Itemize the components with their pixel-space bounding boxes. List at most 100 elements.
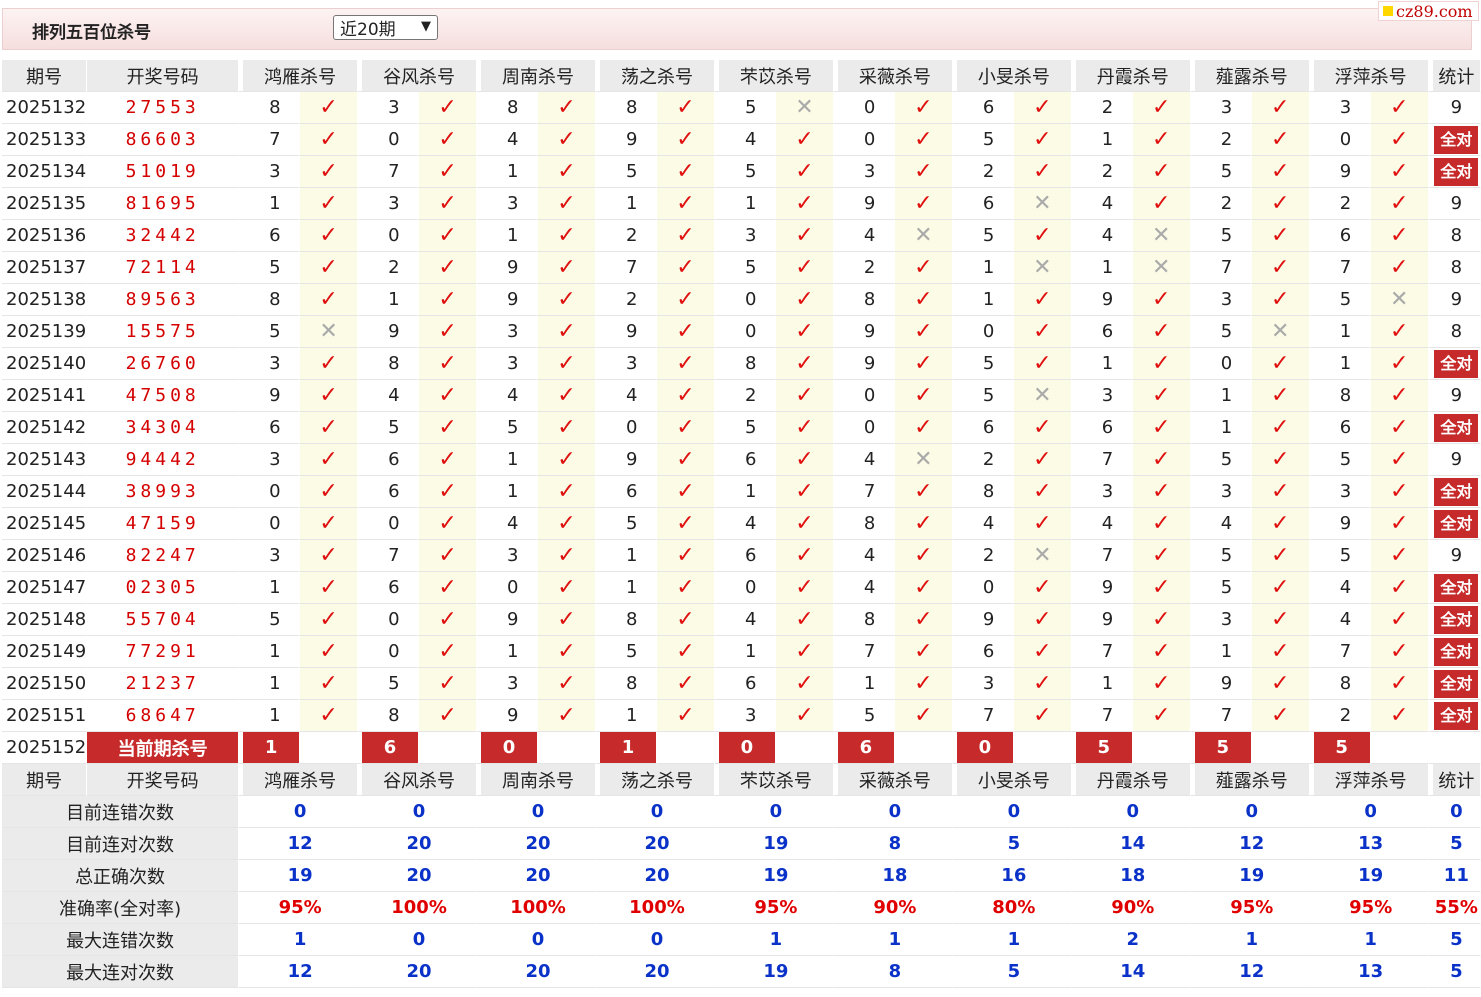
period-select[interactable]: 近20期 ▼ <box>333 15 438 40</box>
result-mark: ✓ <box>1132 508 1191 540</box>
kill-value: 3 <box>1075 476 1133 508</box>
check-icon: ✓ <box>319 639 338 664</box>
header-issue: 期号 <box>2 764 88 796</box>
kill-value: 7 <box>362 156 420 188</box>
issue-number: 2025135 <box>2 188 88 220</box>
check-icon: ✓ <box>1271 607 1290 632</box>
stat-cell: 9 <box>1432 380 1481 412</box>
kill-value: 0 <box>837 412 895 444</box>
check-icon: ✓ <box>557 671 576 696</box>
check-icon: ✓ <box>1033 351 1052 376</box>
check-icon: ✓ <box>319 383 338 408</box>
kill-value: 3 <box>481 188 539 220</box>
check-icon: ✓ <box>319 351 338 376</box>
result-mark: ✓ <box>656 508 715 540</box>
kill-value: 8 <box>481 92 539 124</box>
kill-value: 9 <box>362 316 420 348</box>
result-mark: ✓ <box>419 348 478 380</box>
check-icon: ✓ <box>914 159 933 184</box>
result-mark: ✓ <box>538 188 596 220</box>
result-mark: ✕ <box>775 92 834 124</box>
check-icon: ✓ <box>1033 447 1052 472</box>
kill-value: 7 <box>837 476 895 508</box>
kill-value: 5 <box>243 316 301 348</box>
result-mark: ✓ <box>300 412 359 444</box>
kill-value: 6 <box>362 476 420 508</box>
result-mark: ✓ <box>1370 252 1429 284</box>
check-icon: ✓ <box>914 319 933 344</box>
kill-value: 9 <box>837 188 895 220</box>
result-mark: ✓ <box>419 380 478 412</box>
kill-value: 3 <box>718 700 776 732</box>
kill-value: 3 <box>362 188 420 220</box>
result-mark: ✓ <box>1013 668 1072 700</box>
brand-logo[interactable]: cz89.com <box>1378 1 1479 21</box>
check-icon: ✓ <box>319 223 338 248</box>
check-icon: ✓ <box>795 127 814 152</box>
kill-value: 8 <box>837 284 895 316</box>
result-mark: ✓ <box>538 540 596 572</box>
kill-value: 2 <box>599 284 657 316</box>
draw-numbers: 47508 <box>87 380 240 412</box>
kill-value: 1 <box>243 700 301 732</box>
check-icon: ✓ <box>1271 703 1290 728</box>
kill-value: 6 <box>1075 316 1133 348</box>
result-mark: ✓ <box>538 604 596 636</box>
check-icon: ✓ <box>1033 415 1052 440</box>
kill-value: 8 <box>718 348 776 380</box>
check-icon: ✓ <box>319 127 338 152</box>
result-mark: ✓ <box>1251 572 1310 604</box>
header-expert: 浮萍杀号 <box>1313 764 1429 796</box>
result-mark: ✓ <box>894 252 953 284</box>
issue-number: 2025151 <box>2 700 88 732</box>
summary-row: 目前连对次数 12 20 20 20 19 8 5 14 12 13 5 <box>2 828 1481 860</box>
kill-value: 7 <box>1194 700 1252 732</box>
kill-value: 7 <box>956 700 1014 732</box>
summary-value: 5 <box>1432 924 1481 956</box>
result-mark: ✓ <box>1370 380 1429 412</box>
check-icon: ✓ <box>1152 639 1171 664</box>
result-mark: ✓ <box>775 508 834 540</box>
summary-value: 19 <box>718 828 834 860</box>
kill-value: 0 <box>837 92 895 124</box>
kill-value: 4 <box>837 572 895 604</box>
kill-value: 6 <box>1313 412 1371 444</box>
kill-value: 5 <box>1313 540 1371 572</box>
check-icon: ✓ <box>1152 479 1171 504</box>
result-mark: ✓ <box>538 220 596 252</box>
kill-value: 2 <box>1194 124 1252 156</box>
all-correct-badge: 全对 <box>1434 349 1479 378</box>
result-mark: ✓ <box>894 508 953 540</box>
kill-value: 0 <box>718 284 776 316</box>
kill-value: 2 <box>956 540 1014 572</box>
kill-value: 4 <box>718 508 776 540</box>
check-icon: ✓ <box>1271 575 1290 600</box>
result-mark: ✓ <box>775 316 834 348</box>
check-icon: ✓ <box>1389 607 1409 632</box>
stat-cell: 全对 <box>1432 412 1481 444</box>
kill-value: 5 <box>243 252 301 284</box>
result-mark: ✓ <box>775 668 834 700</box>
summary-value: 20 <box>481 828 596 860</box>
result-mark: ✓ <box>1370 444 1429 476</box>
result-mark: ✓ <box>1370 636 1429 668</box>
check-icon: ✓ <box>557 511 576 536</box>
kill-value: 1 <box>1313 348 1371 380</box>
all-correct-badge: 全对 <box>1434 509 1479 538</box>
result-mark: ✓ <box>1251 540 1310 572</box>
result-mark: ✓ <box>775 700 834 732</box>
kill-value: 0 <box>362 124 420 156</box>
summary-value: 0 <box>362 924 478 956</box>
check-icon: ✓ <box>914 351 933 376</box>
result-mark: ✓ <box>1251 92 1310 124</box>
summary-value: 95% <box>1313 892 1429 924</box>
current-kill-value: 0 <box>956 732 1014 764</box>
result-mark: ✓ <box>656 156 715 188</box>
result-mark: ✓ <box>1132 348 1191 380</box>
summary-label: 最大连错次数 <box>2 924 240 956</box>
summary-value: 8 <box>837 828 953 860</box>
summary-value: 0 <box>599 924 715 956</box>
check-icon: ✓ <box>676 575 695 600</box>
kill-value: 1 <box>481 220 539 252</box>
header-stat: 统计 <box>1432 60 1481 92</box>
